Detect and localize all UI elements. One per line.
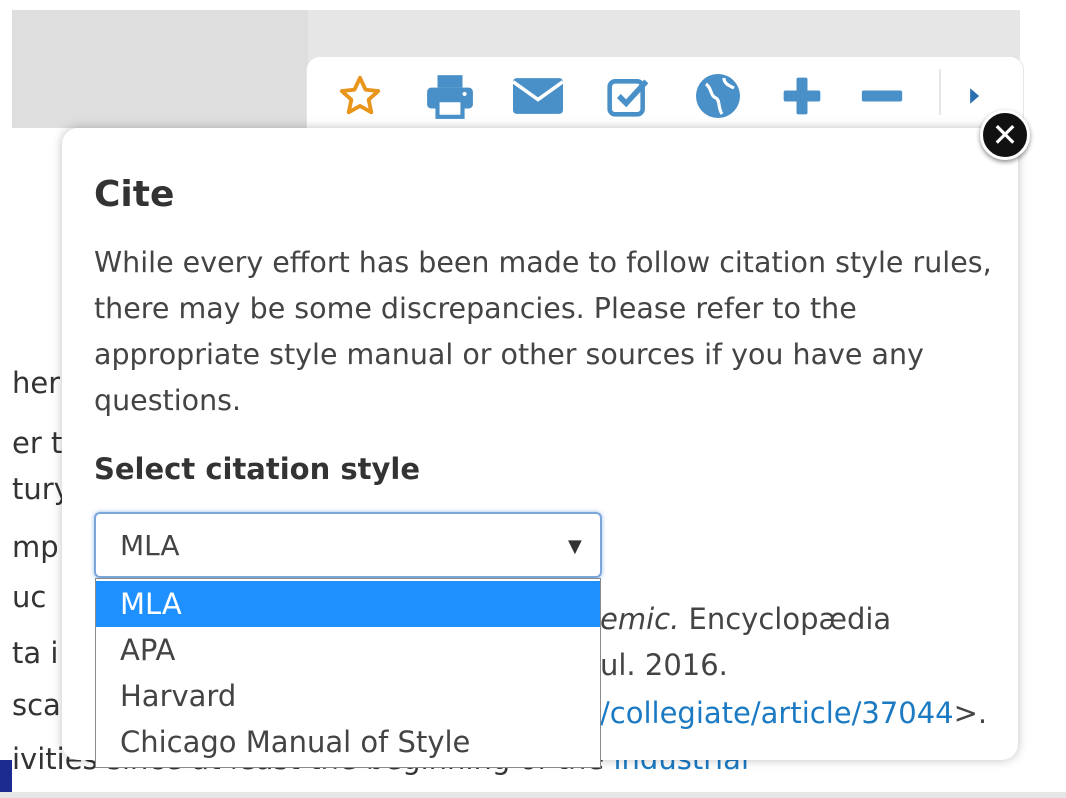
chevron-down-icon: ▼ [568,536,582,557]
globe-icon[interactable] [693,71,743,121]
close-icon: ✕ [991,116,1019,154]
close-button[interactable]: ✕ [980,110,1030,160]
article-toolbar [306,56,1024,129]
top-band [0,0,1066,10]
article-text-line: sca [12,688,61,722]
dropdown-option-harvard[interactable]: Harvard [96,673,600,719]
citation-line-3: /collegiate/article/37044>. [600,696,987,730]
checkbox-icon[interactable] [603,71,653,121]
corner-mark [0,760,12,792]
citation-style-label: Select citation style [94,452,420,486]
right-margin [1020,0,1066,792]
citation-url-link[interactable]: /collegiate/article/37044 [600,696,954,730]
toolbar-separator [939,69,941,115]
citation-url-suffix: >. [953,696,988,730]
left-margin [0,0,12,792]
article-text-line: ta i [12,636,59,670]
citation-style-dropdown: MLA APA Harvard Chicago Manual of Style [95,578,601,768]
citation-line-2: ul. 2016. [600,648,728,682]
dialog-title: Cite [94,174,175,215]
email-icon[interactable] [513,71,563,121]
dropdown-option-apa[interactable]: APA [96,627,600,673]
plus-icon[interactable] [777,71,827,121]
more-arrow-icon[interactable] [959,71,989,121]
background-panel [12,10,308,128]
dropdown-option-chicago[interactable]: Chicago Manual of Style [96,719,600,765]
article-text-line: her [12,366,61,400]
citation-style-select[interactable]: MLA ▼ [94,512,602,578]
citation-title-fragment: emic. [600,602,680,636]
citation-publisher-fragment: Encyclopædia [679,602,892,636]
print-icon[interactable] [425,71,475,121]
dialog-description: While every effort has been made to foll… [94,246,992,417]
citation-line-1: emic. Encyclopædia [600,602,891,636]
dropdown-option-mla[interactable]: MLA [96,581,600,627]
article-text-line: er t [12,426,63,460]
article-text-line: mp [12,530,59,564]
minus-icon[interactable] [857,71,907,121]
select-current-value: MLA [120,529,180,562]
star-icon[interactable] [335,71,385,121]
article-text-line: uc [12,580,47,614]
